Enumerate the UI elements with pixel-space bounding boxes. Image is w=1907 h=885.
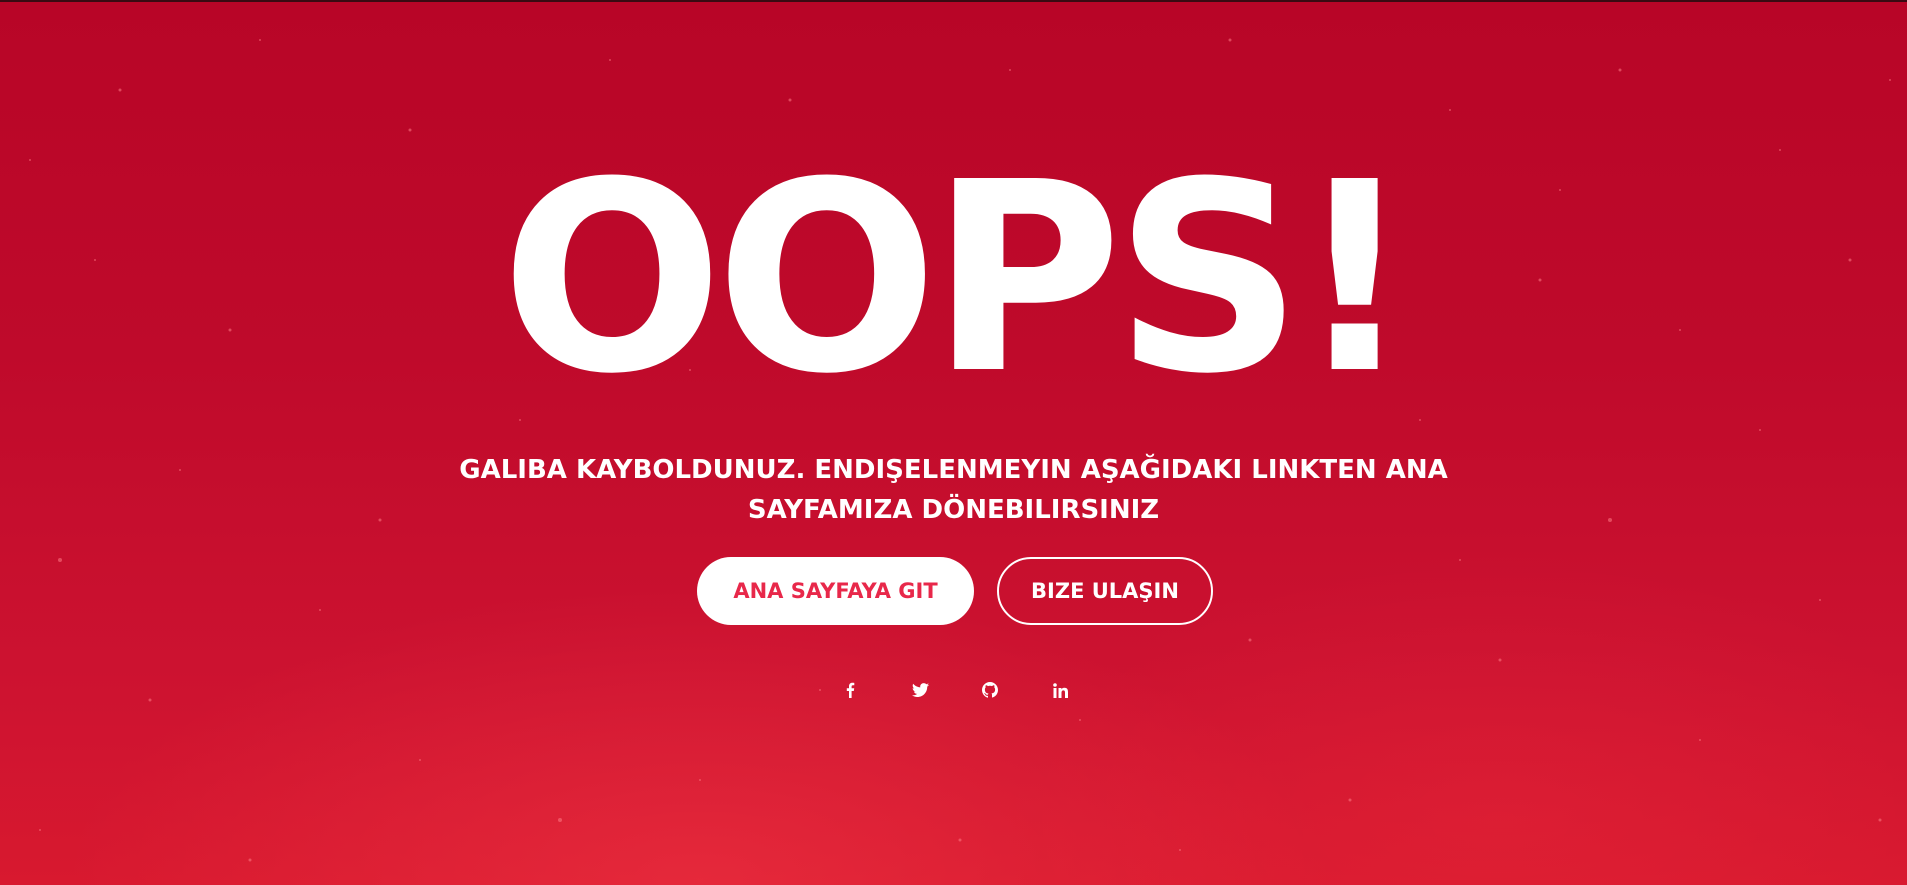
go-home-button[interactable]: ANA SAYFAYA GIT xyxy=(697,557,974,625)
facebook-icon[interactable] xyxy=(838,678,862,702)
error-heading: OOPS! xyxy=(500,126,1415,431)
contact-button[interactable]: BIZE ULAŞIN xyxy=(997,557,1213,625)
linkedin-icon[interactable] xyxy=(1048,678,1072,702)
social-links xyxy=(0,678,1907,702)
error-message: GALIBA KAYBOLDUNUZ. ENDIŞELENMEYIN AŞAĞI… xyxy=(459,455,1448,525)
github-icon[interactable] xyxy=(978,678,1002,702)
error-page: OOPS! GALIBA KAYBOLDUNUZ. ENDIŞELENMEYIN… xyxy=(0,0,1907,885)
twitter-icon[interactable] xyxy=(908,678,932,702)
